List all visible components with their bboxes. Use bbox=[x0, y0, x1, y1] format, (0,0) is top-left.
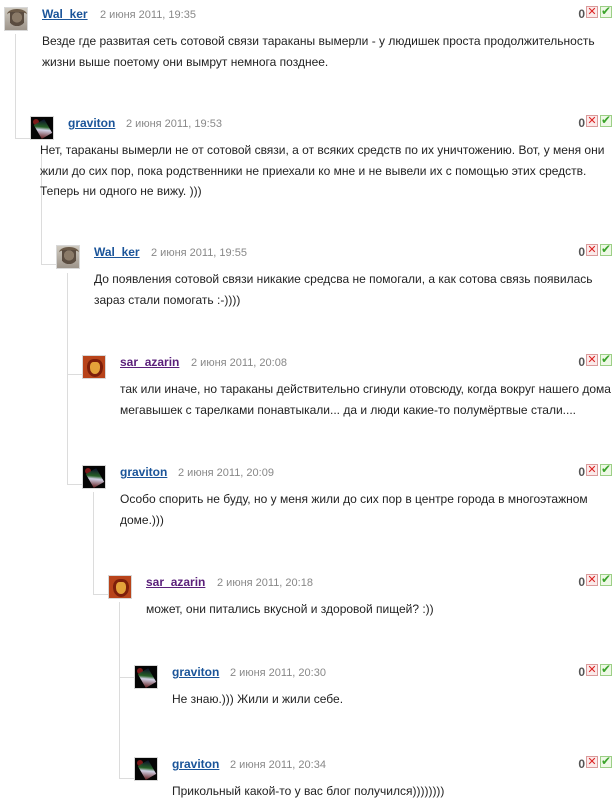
vote-down-icon[interactable] bbox=[586, 353, 598, 366]
comment: sar_azarin 2 июня 2011, 20:18 0 может, о… bbox=[108, 572, 615, 616]
vote-up-icon[interactable] bbox=[600, 572, 612, 586]
thread-line bbox=[119, 778, 135, 779]
comment-date: 2 июня 2011, 20:34 bbox=[230, 759, 326, 771]
comment-text: Нет, тараканы вымерли не от сотовой связ… bbox=[40, 143, 605, 198]
comment-date: 2 июня 2011, 20:30 bbox=[230, 667, 326, 679]
vote-down-icon[interactable] bbox=[586, 243, 598, 256]
comment: Wal_ker 2 июня 2011, 19:35 0 Везде где р… bbox=[4, 4, 615, 69]
vote-down-icon[interactable] bbox=[586, 573, 598, 586]
avatar[interactable] bbox=[30, 116, 54, 140]
comment-text: так или иначе, но тараканы действительно… bbox=[120, 382, 611, 417]
avatar[interactable] bbox=[4, 7, 28, 31]
comment-score: 0 bbox=[578, 7, 585, 21]
vote-up-icon[interactable] bbox=[600, 4, 612, 18]
avatar[interactable] bbox=[108, 575, 132, 599]
author-link[interactable]: graviton bbox=[68, 116, 115, 130]
comment-score: 0 bbox=[578, 355, 585, 369]
avatar[interactable] bbox=[82, 465, 106, 489]
thread-line bbox=[41, 264, 57, 265]
vote-up-icon[interactable] bbox=[600, 754, 612, 768]
comment-score: 0 bbox=[578, 465, 585, 479]
avatar[interactable] bbox=[82, 355, 106, 379]
comment-score: 0 bbox=[578, 665, 585, 679]
vote-down-icon[interactable] bbox=[586, 463, 598, 476]
comment-date: 2 июня 2011, 20:08 bbox=[191, 357, 287, 369]
comment: graviton 2 июня 2011, 20:09 0 Особо спор… bbox=[82, 462, 615, 527]
author-link[interactable]: graviton bbox=[120, 465, 167, 479]
comment-score: 0 bbox=[578, 116, 585, 130]
avatar[interactable] bbox=[134, 665, 158, 689]
comment-score: 0 bbox=[578, 575, 585, 589]
comment: graviton 2 июня 2011, 20:30 0 Не знаю.))… bbox=[134, 662, 615, 706]
comment-text: Особо спорить не буду, но у меня жили до… bbox=[120, 492, 588, 527]
thread-line bbox=[67, 374, 83, 375]
comment-text: Везде где развитая сеть сотовой связи та… bbox=[42, 34, 595, 69]
author-link[interactable]: sar_azarin bbox=[146, 575, 205, 589]
thread-line bbox=[119, 602, 120, 778]
comment-date: 2 июня 2011, 19:35 bbox=[100, 9, 196, 21]
comment: Wal_ker 2 июня 2011, 19:55 0 До появлени… bbox=[56, 242, 615, 307]
comment-text: может, они питались вкусной и здоровой п… bbox=[146, 602, 434, 616]
avatar[interactable] bbox=[134, 757, 158, 781]
comment-date: 2 июня 2011, 20:09 bbox=[178, 467, 274, 479]
comment: sar_azarin 2 июня 2011, 20:08 0 так или … bbox=[82, 352, 615, 417]
comment: graviton 2 июня 2011, 20:34 0 Прикольный… bbox=[134, 754, 615, 798]
comment-text: До появления сотовой связи никакие средс… bbox=[94, 272, 593, 307]
vote-down-icon[interactable] bbox=[586, 114, 598, 127]
author-link[interactable]: graviton bbox=[172, 757, 219, 771]
vote-down-icon[interactable] bbox=[586, 5, 598, 18]
comment-score: 0 bbox=[578, 757, 585, 771]
vote-up-icon[interactable] bbox=[600, 462, 612, 476]
author-link[interactable]: Wal_ker bbox=[94, 245, 140, 259]
comment-date: 2 июня 2011, 20:18 bbox=[217, 577, 313, 589]
comment-text: Не знаю.))) Жили и жили себе. bbox=[172, 692, 344, 706]
thread-line bbox=[119, 677, 135, 678]
vote-up-icon[interactable] bbox=[600, 242, 612, 256]
thread-line bbox=[93, 594, 109, 595]
avatar[interactable] bbox=[56, 245, 80, 269]
author-link[interactable]: sar_azarin bbox=[120, 355, 179, 369]
comment-date: 2 июня 2011, 19:55 bbox=[151, 247, 247, 259]
vote-up-icon[interactable] bbox=[600, 352, 612, 366]
comment-text: Прикольный какой-то у вас блог получился… bbox=[172, 784, 445, 798]
author-link[interactable]: Wal_ker bbox=[42, 7, 88, 21]
vote-up-icon[interactable] bbox=[600, 662, 612, 676]
thread-line bbox=[67, 484, 83, 485]
comment-score: 0 bbox=[578, 245, 585, 259]
comment: graviton 2 июня 2011, 19:53 0 Нет, тарак… bbox=[30, 113, 615, 199]
thread-line bbox=[15, 138, 31, 139]
vote-down-icon[interactable] bbox=[586, 755, 598, 768]
vote-down-icon[interactable] bbox=[586, 663, 598, 676]
comment-date: 2 июня 2011, 19:53 bbox=[126, 118, 222, 130]
vote-up-icon[interactable] bbox=[600, 113, 612, 127]
author-link[interactable]: graviton bbox=[172, 665, 219, 679]
